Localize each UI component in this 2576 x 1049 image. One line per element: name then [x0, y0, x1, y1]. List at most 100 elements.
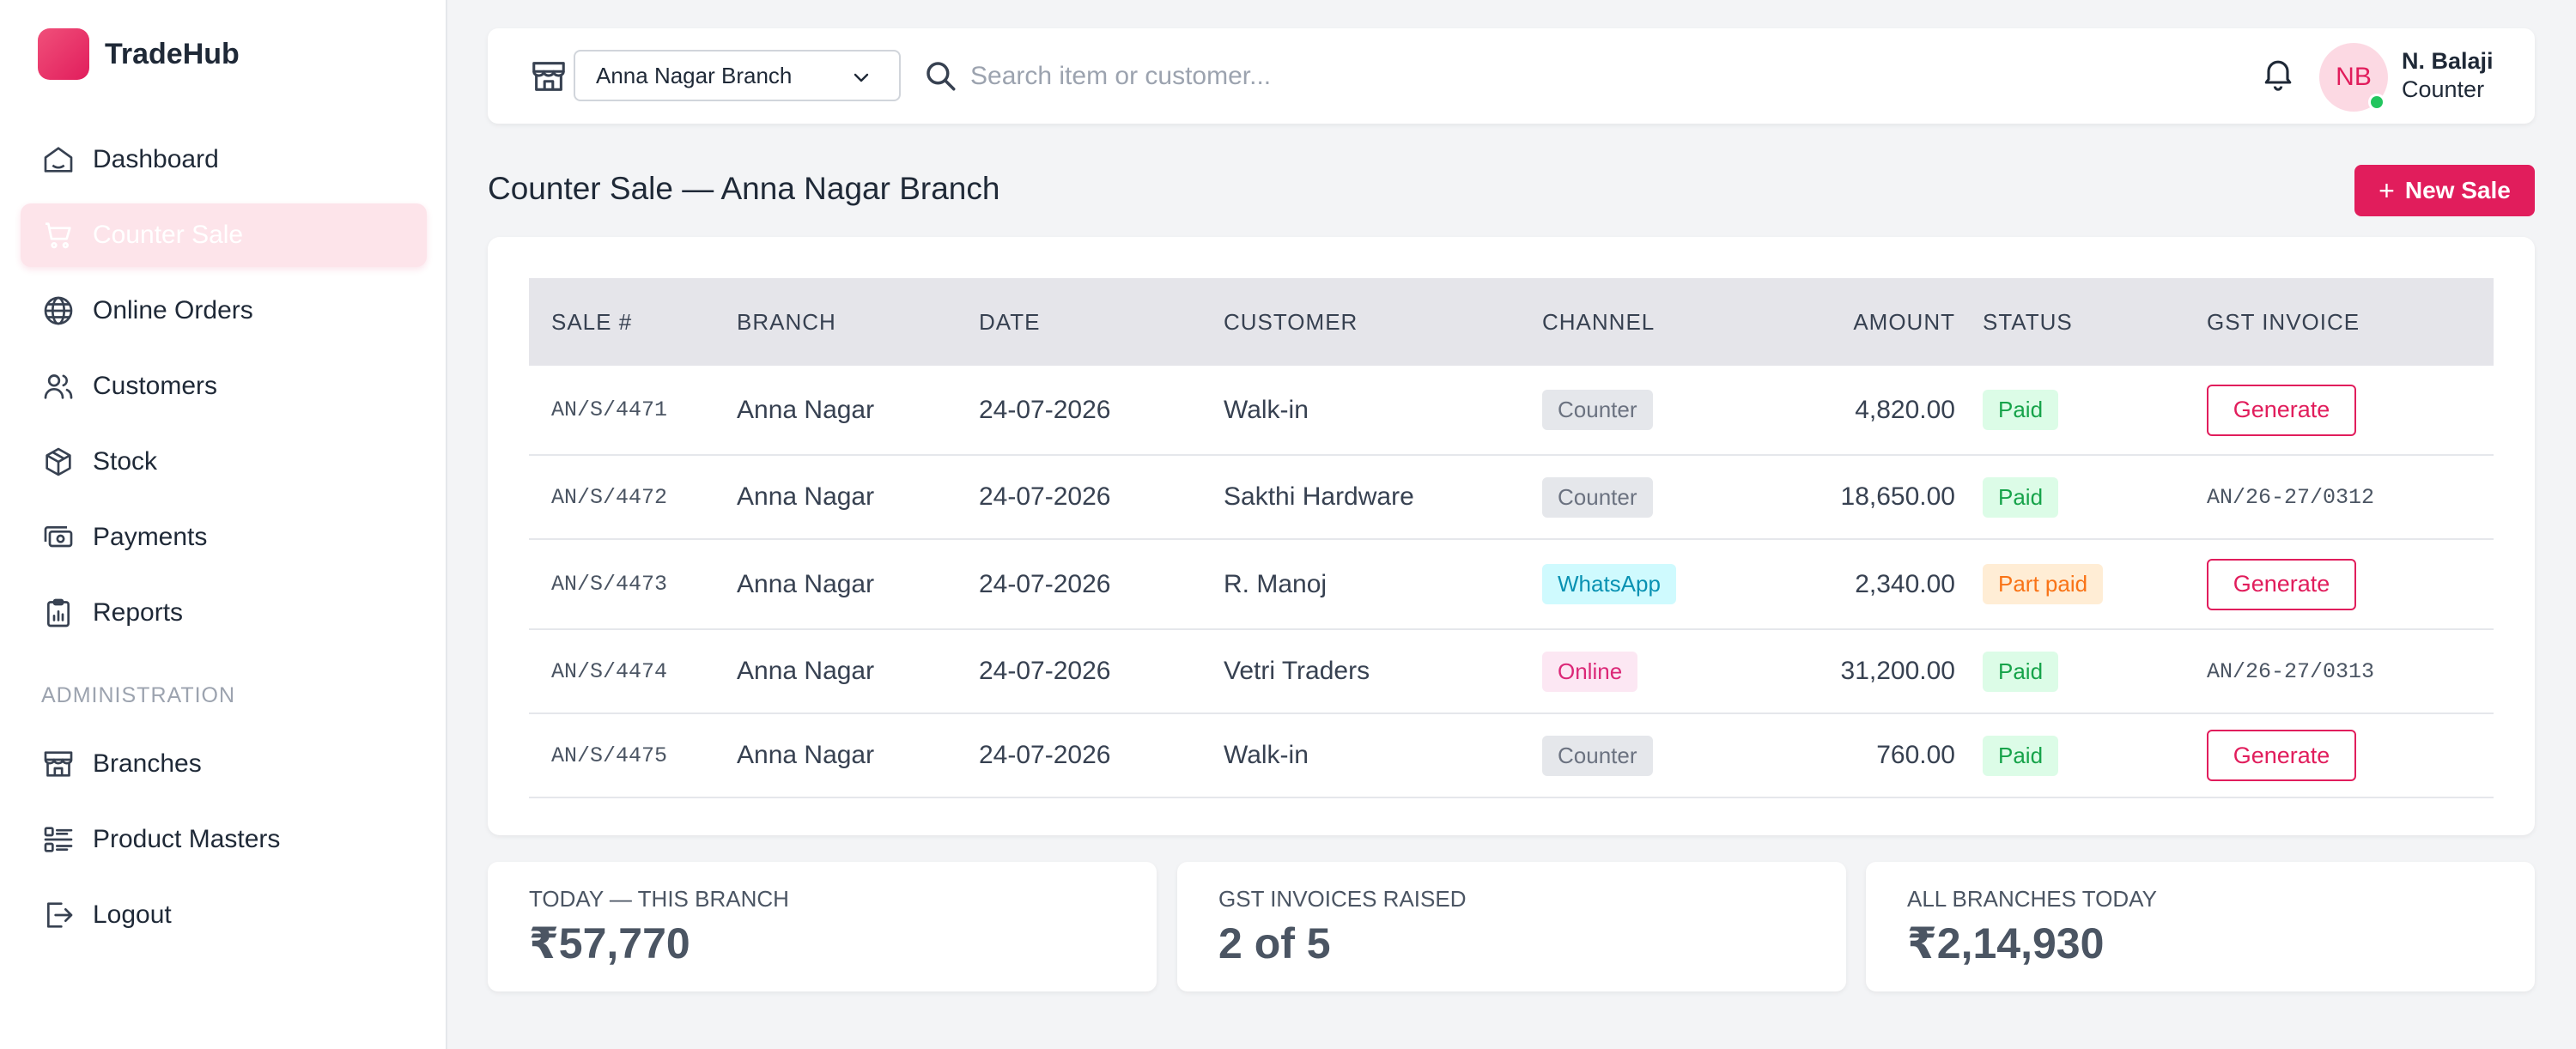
- column-header[interactable]: AMOUNT: [1753, 278, 1983, 366]
- new-sale-button[interactable]: + New Sale: [2354, 165, 2535, 216]
- cart-icon: [46, 222, 71, 249]
- stat-label: TODAY — THIS BRANCH: [529, 886, 789, 912]
- amount-cell: 31,200.00: [1753, 629, 1983, 714]
- store-icon: [44, 751, 73, 777]
- amount-cell: 760.00: [1753, 713, 1983, 798]
- sale-number: AN/S/4474: [529, 629, 737, 714]
- sidebar-item-logout[interactable]: Logout: [21, 883, 427, 947]
- status-badge: Part paid: [1983, 564, 2104, 604]
- column-header[interactable]: GST INVOICE: [2207, 278, 2494, 366]
- sidebar-item-payments[interactable]: Payments: [21, 506, 427, 569]
- new-sale-label: New Sale: [2404, 177, 2511, 203]
- brand[interactable]: TradeHub: [38, 28, 240, 80]
- column-header[interactable]: SALE #: [529, 278, 737, 366]
- date-cell: 24-07-2026: [979, 366, 1224, 456]
- plus-icon: +: [2379, 174, 2395, 206]
- table-row[interactable]: AN/S/4475 Anna Nagar 24-07-2026 Walk-in …: [529, 713, 2494, 798]
- stat-label: GST INVOICES RAISED: [1218, 886, 1467, 912]
- chevron-down-icon: [854, 73, 869, 82]
- sale-number: AN/S/4475: [529, 713, 737, 798]
- customer-cell: Sakthi Hardware: [1224, 455, 1542, 540]
- sidebar-item-customers[interactable]: Customers: [21, 355, 427, 418]
- stat-value: ₹57,770: [529, 919, 690, 967]
- channel-badge: Counter: [1542, 390, 1653, 430]
- amount-cell: 4,820.00: [1753, 366, 1983, 456]
- table-row[interactable]: AN/S/4472 Anna Nagar 24-07-2026 Sakthi H…: [529, 455, 2494, 540]
- user-name: N. Balaji: [2402, 48, 2494, 74]
- sidebar-item-label: Stock: [93, 447, 158, 476]
- sidebar-item-stock[interactable]: Stock: [21, 430, 427, 494]
- brand-logo: [38, 28, 89, 80]
- nav-section-administration: ADMINISTRATION: [41, 683, 236, 707]
- customer-cell: Walk-in: [1224, 366, 1542, 456]
- column-header[interactable]: BRANCH: [737, 278, 979, 366]
- sidebar: TradeHub Dashboard Counter Sale Online O…: [0, 0, 447, 1049]
- generate-invoice-button[interactable]: Generate: [2207, 558, 2356, 610]
- stat-card-all-branches: ALL BRANCHES TODAY ₹2,14,930: [1866, 862, 2535, 991]
- invoice-number: AN/26-27/0313: [2207, 629, 2494, 714]
- stat-value: ₹2,14,930: [1907, 919, 2105, 967]
- sales-table: SALE # BRANCH DATE CUSTOMER CHANNEL AMOU…: [529, 278, 2494, 798]
- stat-card-gst-invoices: GST INVOICES RAISED 2 of 5: [1177, 862, 1846, 991]
- table-row[interactable]: AN/S/4473 Anna Nagar 24-07-2026 R. Manoj…: [529, 539, 2494, 630]
- channel-badge: WhatsApp: [1542, 564, 1676, 604]
- table-row[interactable]: AN/S/4474 Anna Nagar 24-07-2026 Vetri Tr…: [529, 629, 2494, 714]
- page-title: Counter Sale — Anna Nagar Branch: [488, 171, 1000, 206]
- column-header[interactable]: STATUS: [1983, 278, 2207, 366]
- branch-select-value: Anna Nagar Branch: [596, 62, 793, 88]
- user-role: Counter: [2402, 76, 2485, 102]
- generate-invoice-button[interactable]: Generate: [2207, 384, 2356, 436]
- channel-badge: Counter: [1542, 476, 1653, 518]
- table-header-row: SALE # BRANCH DATE CUSTOMER CHANNEL AMOU…: [529, 278, 2494, 366]
- topbar: Anna Nagar Branch NB N. Balaji Counter: [488, 28, 2535, 124]
- search-input[interactable]: [970, 52, 1743, 100]
- column-header[interactable]: DATE: [979, 278, 1224, 366]
- amount-cell: 2,340.00: [1753, 539, 1983, 630]
- branch-select[interactable]: Anna Nagar Branch: [574, 50, 901, 101]
- branch-cell: Anna Nagar: [737, 366, 979, 456]
- branch-cell: Anna Nagar: [737, 713, 979, 798]
- sidebar-item-product-masters[interactable]: Product Masters: [21, 808, 427, 871]
- customer-cell: Vetri Traders: [1224, 629, 1542, 714]
- sale-number: AN/S/4473: [529, 539, 737, 630]
- sidebar-item-dashboard[interactable]: Dashboard: [21, 128, 427, 191]
- branch-cell: Anna Nagar: [737, 629, 979, 714]
- sidebar-item-label: Logout: [93, 900, 172, 929]
- customer-cell: Walk-in: [1224, 713, 1542, 798]
- sidebar-item-label: Customers: [93, 372, 218, 400]
- sidebar-item-branches[interactable]: Branches: [21, 732, 427, 796]
- date-cell: 24-07-2026: [979, 539, 1224, 630]
- store-icon: [532, 62, 565, 91]
- date-cell: 24-07-2026: [979, 455, 1224, 540]
- column-header[interactable]: CUSTOMER: [1224, 278, 1542, 366]
- sale-number: AN/S/4472: [529, 455, 737, 540]
- list-icon: [44, 827, 73, 852]
- generate-invoice-button[interactable]: Generate: [2207, 730, 2356, 781]
- status-badge: Paid: [1983, 735, 2059, 776]
- globe-icon: [44, 296, 73, 325]
- sidebar-item-label: Product Masters: [93, 825, 281, 853]
- amount-cell: 18,650.00: [1753, 455, 1983, 540]
- status-badge: Paid: [1983, 390, 2059, 430]
- column-header[interactable]: CHANNEL: [1542, 278, 1753, 366]
- online-status-dot: [2368, 94, 2385, 111]
- sidebar-item-reports[interactable]: Reports: [21, 581, 427, 645]
- stat-card-today-branch: TODAY — THIS BRANCH ₹57,770: [488, 862, 1157, 991]
- sidebar-item-label: Payments: [93, 523, 208, 551]
- stat-value: 2 of 5: [1218, 919, 1331, 967]
- sidebar-item-label: Branches: [93, 749, 202, 778]
- status-badge: Paid: [1983, 651, 2059, 692]
- table-row[interactable]: AN/S/4471 Anna Nagar 24-07-2026 Walk-in …: [529, 366, 2494, 456]
- branch-cell: Anna Nagar: [737, 539, 979, 630]
- stat-label: ALL BRANCHES TODAY: [1907, 886, 2157, 912]
- status-badge: Paid: [1983, 476, 2059, 518]
- date-cell: 24-07-2026: [979, 713, 1224, 798]
- bell-icon[interactable]: [2259, 54, 2297, 92]
- logout-icon: [47, 902, 73, 928]
- sales-table-card: SALE # BRANCH DATE CUSTOMER CHANNEL AMOU…: [488, 237, 2535, 835]
- sidebar-item-online-orders[interactable]: Online Orders: [21, 279, 427, 343]
- sidebar-item-label: Online Orders: [93, 296, 253, 324]
- date-cell: 24-07-2026: [979, 629, 1224, 714]
- sidebar-item-counter-sale[interactable]: Counter Sale: [21, 203, 427, 267]
- users-icon: [44, 374, 73, 399]
